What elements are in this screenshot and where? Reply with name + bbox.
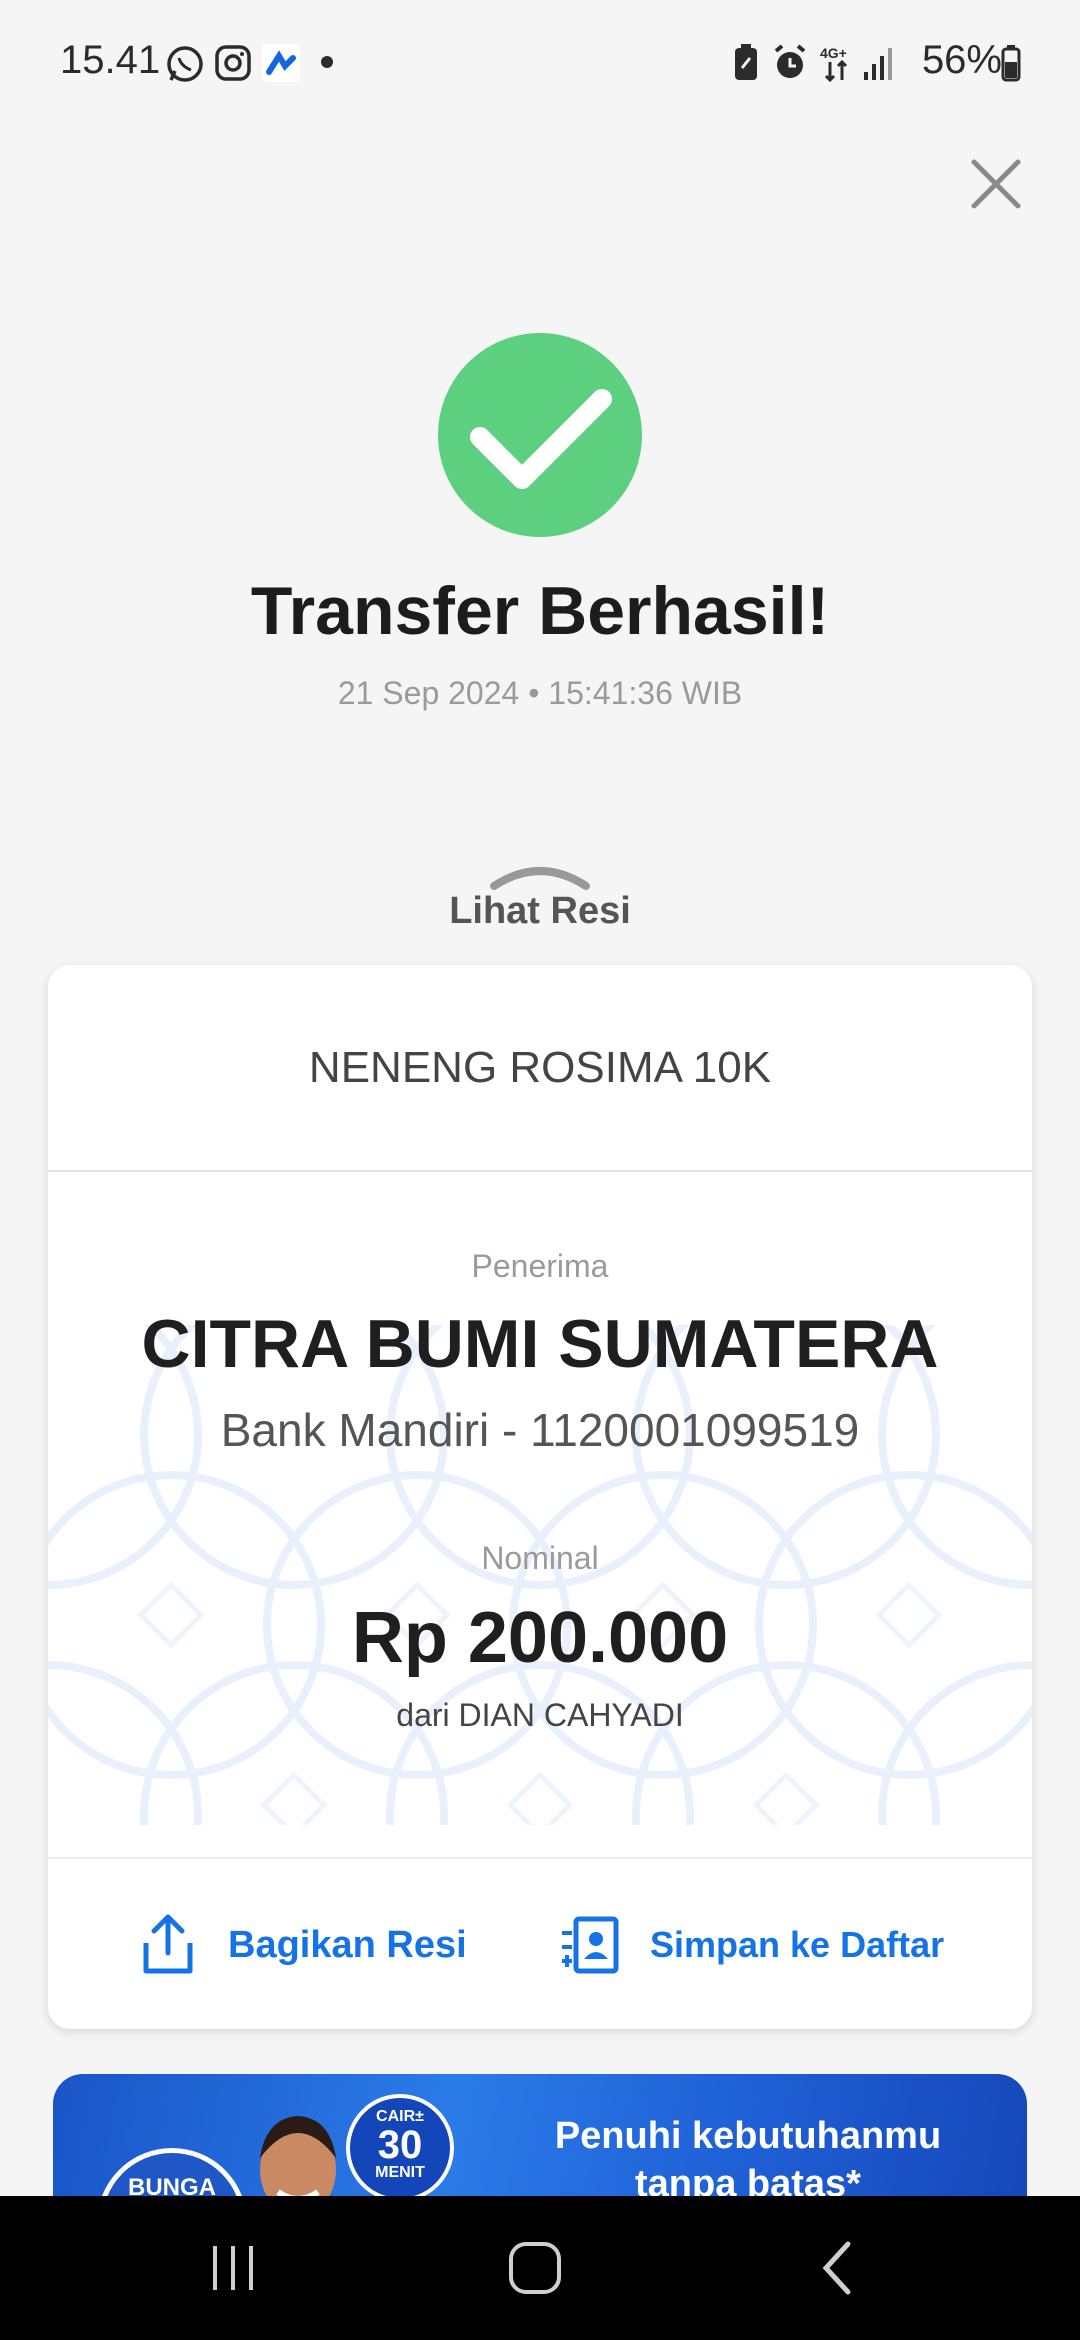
transaction-datetime: 21 Sep 2024 • 15:41:36 WIB	[337, 675, 743, 711]
recent-apps-icon[interactable]	[203, 2238, 263, 2298]
share-receipt-label: Bagikan Resi	[228, 1923, 467, 1966]
transfer-note: NENENG ROSIMA 10K	[308, 1042, 772, 1092]
recipient-bank-account: Bank Mandiri - 1120001099519	[220, 1404, 860, 1456]
svg-text:4G+: 4G+	[820, 45, 847, 61]
divider	[48, 1857, 1032, 1859]
battery-icon	[1001, 45, 1021, 82]
transfer-amount: Rp 200.000	[351, 1598, 729, 1678]
whatsapp-icon	[167, 46, 203, 82]
page-title: Transfer Berhasil!	[250, 573, 830, 649]
save-to-list-button[interactable]: Simpan ke Daftar	[560, 1895, 944, 1995]
alarm-icon	[774, 44, 806, 78]
battery-percentage: 56%	[921, 38, 1002, 82]
instagram-icon	[215, 45, 251, 81]
system-nav-bar	[0, 2196, 1080, 2340]
share-icon	[143, 1914, 193, 1974]
app-icon	[262, 44, 300, 82]
save-to-list-label: Simpan ke Daftar	[650, 1924, 945, 1965]
sender-name: dari DIAN CAHYADI	[396, 1697, 684, 1733]
promo-headline: Penuhi kebutuhanmu tanpa batas*	[554, 2115, 942, 2205]
view-receipt-toggle[interactable]: Lihat Resi	[0, 890, 1080, 933]
success-check-icon	[438, 333, 642, 537]
add-contact-icon	[562, 1916, 619, 1974]
close-icon[interactable]	[966, 154, 1026, 214]
chevron-up-icon[interactable]	[486, 858, 594, 892]
signal-icon	[864, 48, 892, 80]
recipient-name: CITRA BUMI SUMATERA	[141, 1306, 939, 1382]
promo-cair-badge: CAIR± 30 MENIT	[346, 2094, 454, 2202]
recipient-label: Penerima	[471, 1248, 609, 1284]
home-icon[interactable]	[505, 2238, 565, 2298]
status-bar: 15.41 4G+ 56%	[0, 0, 1080, 120]
battery-saver-icon	[735, 44, 757, 80]
divider	[48, 1170, 1032, 1172]
receipt-card: NENENG ROSIMA 10K Penerima CITRA BUMI SU…	[48, 965, 1032, 2029]
share-receipt-button[interactable]: Bagikan Resi	[138, 1895, 467, 1995]
back-icon[interactable]	[808, 2238, 868, 2298]
dot-icon	[321, 56, 333, 68]
network-4g-icon: 4G+	[820, 45, 848, 83]
amount-label: Nominal	[481, 1540, 599, 1576]
status-time: 15.41	[60, 38, 161, 82]
